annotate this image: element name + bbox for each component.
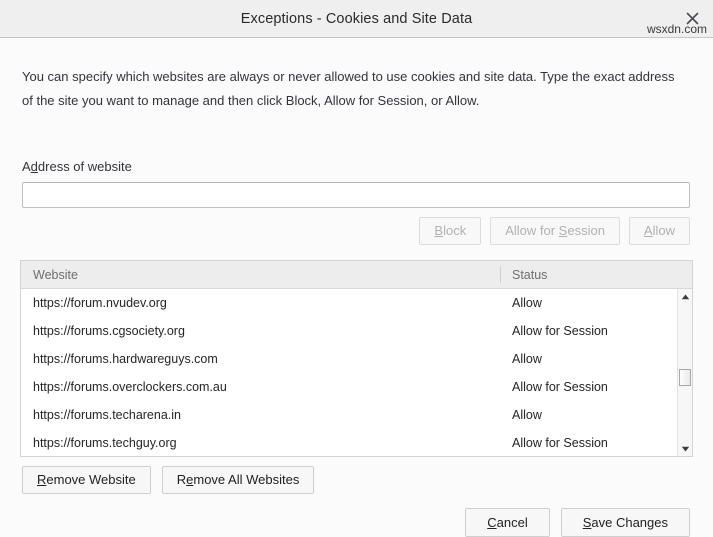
dialog-titlebar: Exceptions - Cookies and Site Data — [0, 0, 713, 38]
block-accesskey: B — [434, 223, 444, 238]
cell-status: Allow for Session — [512, 436, 608, 450]
table-row[interactable]: https://forums.overclockers.com.au Allow … — [21, 373, 692, 401]
table-row[interactable]: https://forums.techguy.org Allow for Sess… — [21, 429, 692, 456]
scroll-down-arrow-icon[interactable] — [678, 442, 692, 456]
cell-status: Allow for Session — [512, 324, 608, 338]
permission-actions: Block Allow for Session Allow — [22, 217, 690, 245]
table-row[interactable]: https://forum.nvudev.org Allow — [21, 289, 692, 317]
cell-website: https://forums.overclockers.com.au — [33, 380, 227, 394]
table-body: https://forum.nvudev.org Allow https://for… — [21, 289, 692, 456]
table-header: Website Status — [21, 261, 692, 289]
allow-label-post: llow — [652, 223, 675, 238]
cell-status: Allow — [512, 352, 542, 366]
allow-session-label-pre: Allow for — [505, 223, 559, 238]
allow-session-label-post: ession — [567, 223, 605, 238]
cell-website: https://forum.nvudev.org — [33, 296, 167, 310]
address-field-label: Address of website — [22, 159, 132, 174]
cell-status: Allow — [512, 408, 542, 422]
cancel-label-post: ancel — [496, 515, 528, 530]
scrollbar-thumb[interactable] — [679, 369, 691, 386]
address-label-post: dress of website — [37, 159, 132, 174]
dialog-title: Exceptions - Cookies and Site Data — [240, 10, 473, 27]
remove-all-websites-button[interactable]: Remove All Websites — [161, 466, 315, 494]
allow-accesskey: A — [643, 223, 653, 238]
dialog-footer: Cancel Save Changes — [465, 508, 690, 537]
address-input[interactable] — [22, 182, 690, 208]
table-row[interactable]: https://forums.hardwareguys.com Allow — [21, 345, 692, 373]
table-row[interactable]: https://forums.techarena.in Allow — [21, 401, 692, 429]
exceptions-table: Website Status https://forum.nvudev.org A… — [20, 260, 693, 457]
dialog-description: You can specify which websites are alway… — [22, 69, 675, 108]
cell-website: https://forums.hardwareguys.com — [33, 352, 218, 366]
cell-status: Allow — [512, 296, 542, 310]
address-label-accesskey: d — [30, 159, 38, 174]
cell-website: https://forums.cgsociety.org — [33, 324, 185, 338]
remove-website-label-post: emove Website — [46, 472, 136, 487]
remove-website-button[interactable]: Remove Website — [22, 466, 151, 494]
address-label-pre: A — [22, 159, 31, 174]
table-scrollbar[interactable] — [677, 289, 692, 456]
column-header-website[interactable]: Website — [21, 268, 500, 282]
watermark: wsxdn.com — [646, 22, 707, 36]
table-row[interactable]: https://forums.cgsociety.org Allow for Se… — [21, 317, 692, 345]
cell-website: https://forums.techguy.org — [33, 436, 177, 450]
remove-website-accesskey: R — [37, 472, 47, 487]
cancel-accesskey: C — [487, 515, 497, 530]
cancel-button[interactable]: Cancel — [465, 508, 550, 537]
block-label-post: lock — [443, 223, 467, 238]
remove-all-label-post: move All Websites — [193, 472, 300, 487]
remove-all-label-pre: R — [176, 472, 187, 487]
allow-button[interactable]: Allow — [628, 217, 690, 245]
block-button[interactable]: Block — [419, 217, 482, 245]
allow-for-session-button[interactable]: Allow for Session — [490, 217, 620, 245]
cell-status: Allow for Session — [512, 380, 608, 394]
save-label-post: ave Changes — [591, 515, 668, 530]
column-header-status[interactable]: Status — [501, 268, 692, 282]
save-changes-button[interactable]: Save Changes — [560, 508, 690, 537]
remove-actions: Remove Website Remove All Websites — [22, 466, 315, 494]
save-accesskey: S — [582, 515, 592, 530]
cell-website: https://forums.techarena.in — [33, 408, 181, 422]
scroll-up-arrow-icon[interactable] — [678, 290, 692, 304]
